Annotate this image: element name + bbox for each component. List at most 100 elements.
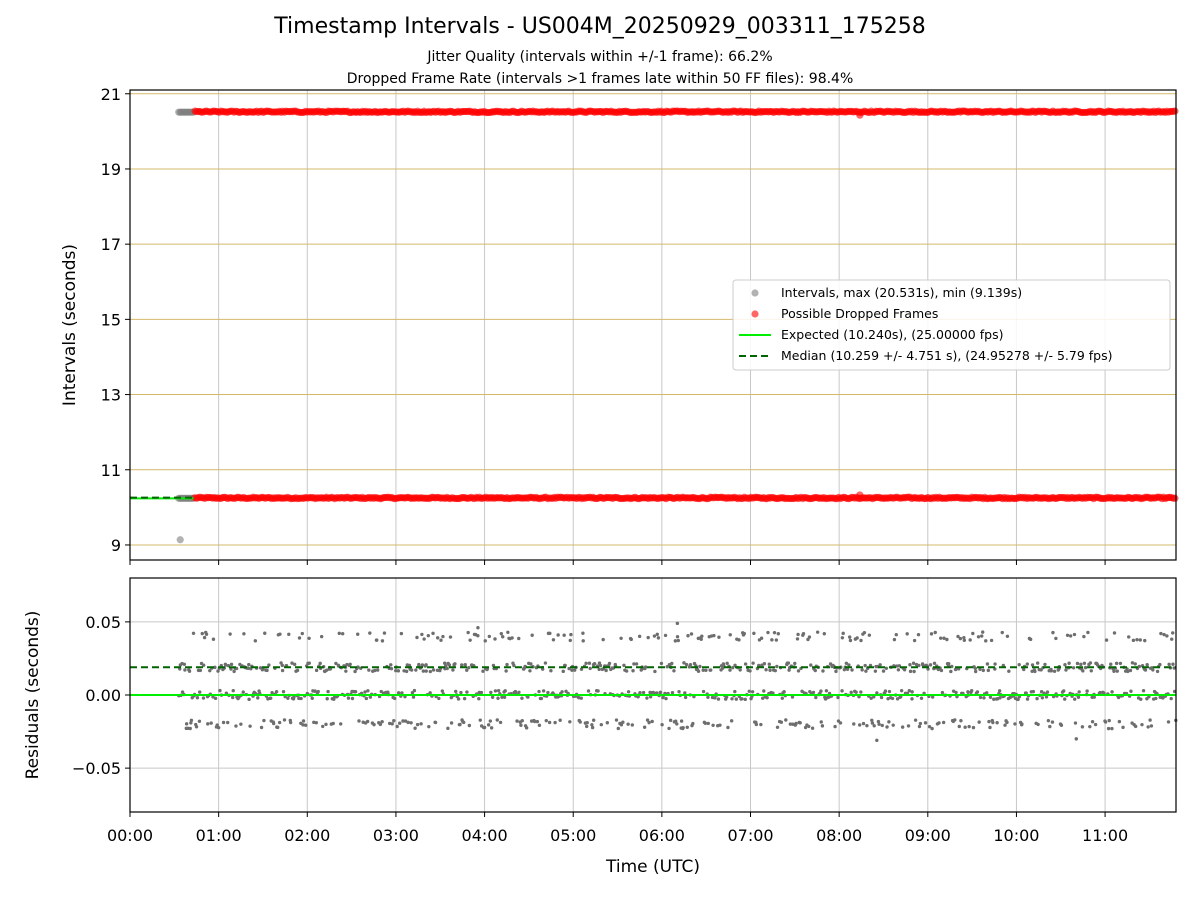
- residual-point: [759, 636, 764, 640]
- residual-point: [988, 695, 993, 699]
- residual-point: [1063, 697, 1067, 701]
- xtick-label: 01:00: [196, 826, 242, 845]
- residual-point: [949, 669, 953, 674]
- residual-point: [892, 637, 897, 642]
- residual-point: [226, 720, 230, 725]
- residual-point: [984, 639, 988, 643]
- residual-point: [798, 721, 802, 725]
- residual-point: [852, 722, 856, 726]
- residual-point: [1093, 722, 1098, 727]
- residual-point: [558, 718, 562, 722]
- residual-point: [762, 689, 766, 693]
- residual-point: [477, 697, 481, 701]
- residual-point: [375, 668, 380, 672]
- residual-point: [437, 696, 441, 701]
- residual-point: [614, 718, 619, 722]
- residual-point: [616, 726, 620, 731]
- residual-point: [412, 688, 417, 693]
- residual-point: [498, 720, 503, 725]
- residual-point: [353, 690, 358, 694]
- residual-point: [742, 631, 746, 636]
- xtick-label: 03:00: [373, 826, 419, 845]
- residual-point: [631, 669, 635, 673]
- residual-point: [395, 724, 399, 729]
- residual-point: [887, 720, 891, 724]
- residual-point: [954, 690, 958, 695]
- residual-point: [865, 723, 869, 728]
- residual-point: [958, 636, 963, 641]
- residual-point: [586, 689, 591, 693]
- residual-point: [373, 668, 377, 673]
- residual-point: [1154, 696, 1158, 701]
- residual-point: [899, 688, 904, 693]
- residual-point: [428, 669, 433, 674]
- residual-point: [451, 668, 455, 672]
- residual-point: [482, 725, 487, 730]
- residual-point: [820, 724, 825, 728]
- residual-point: [569, 632, 573, 637]
- residual-point: [1040, 696, 1045, 700]
- residual-point: [1121, 725, 1125, 730]
- residual-point: [499, 631, 504, 636]
- residual-point: [427, 724, 431, 729]
- residual-point: [822, 632, 827, 636]
- top-ytick-label: 15: [101, 310, 121, 329]
- residual-point: [764, 667, 768, 672]
- residual-point: [701, 689, 706, 694]
- residual-point: [481, 669, 485, 673]
- top-ytick-label: 19: [101, 160, 121, 179]
- residual-point: [711, 723, 715, 727]
- residual-point: [877, 722, 881, 726]
- residual-point: [765, 695, 769, 700]
- residual-point: [1082, 634, 1086, 639]
- residual-point: [393, 696, 397, 701]
- residual-point: [928, 663, 933, 667]
- residual-point: [528, 669, 532, 673]
- residual-point: [658, 690, 663, 695]
- residual-point: [468, 638, 472, 642]
- residual-point: [784, 718, 788, 722]
- residual-point: [645, 696, 649, 700]
- residual-point: [463, 663, 467, 667]
- residual-point: [670, 661, 674, 666]
- residual-point: [344, 669, 348, 673]
- residual-point: [941, 720, 946, 725]
- residual-point: [1059, 723, 1064, 727]
- residual-point: [664, 696, 668, 701]
- residual-point: [389, 666, 394, 671]
- residual-point: [894, 632, 898, 637]
- residual-point: [676, 638, 681, 643]
- residual-point: [543, 661, 548, 665]
- residual-point: [274, 690, 279, 694]
- residual-point: [364, 696, 369, 701]
- residual-point: [1005, 720, 1009, 725]
- residual-point: [653, 669, 657, 674]
- residual-point: [743, 697, 747, 702]
- residual-point: [321, 724, 325, 729]
- residual-point: [486, 723, 491, 727]
- residual-point: [553, 720, 557, 725]
- residual-point: [479, 690, 484, 695]
- residual-point: [541, 689, 546, 693]
- residual-point: [548, 631, 552, 636]
- residual-point: [1089, 669, 1093, 673]
- residual-point: [1017, 662, 1021, 667]
- residual-point: [449, 721, 454, 725]
- residual-point: [281, 690, 286, 694]
- residual-point: [991, 720, 995, 725]
- residual-point: [908, 669, 913, 674]
- residual-point: [989, 638, 994, 643]
- residual-point: [1143, 668, 1148, 672]
- residual-point: [269, 696, 273, 700]
- residual-point: [1036, 722, 1040, 727]
- residual-point: [426, 633, 431, 638]
- residual-point: [821, 669, 825, 673]
- residual-point: [810, 726, 815, 730]
- residual-point: [562, 633, 566, 637]
- residual-point: [270, 691, 274, 695]
- residual-point: [331, 721, 335, 726]
- residual-point: [524, 726, 529, 730]
- residual-point: [588, 666, 592, 671]
- residual-point: [316, 689, 320, 694]
- residual-point: [913, 718, 918, 722]
